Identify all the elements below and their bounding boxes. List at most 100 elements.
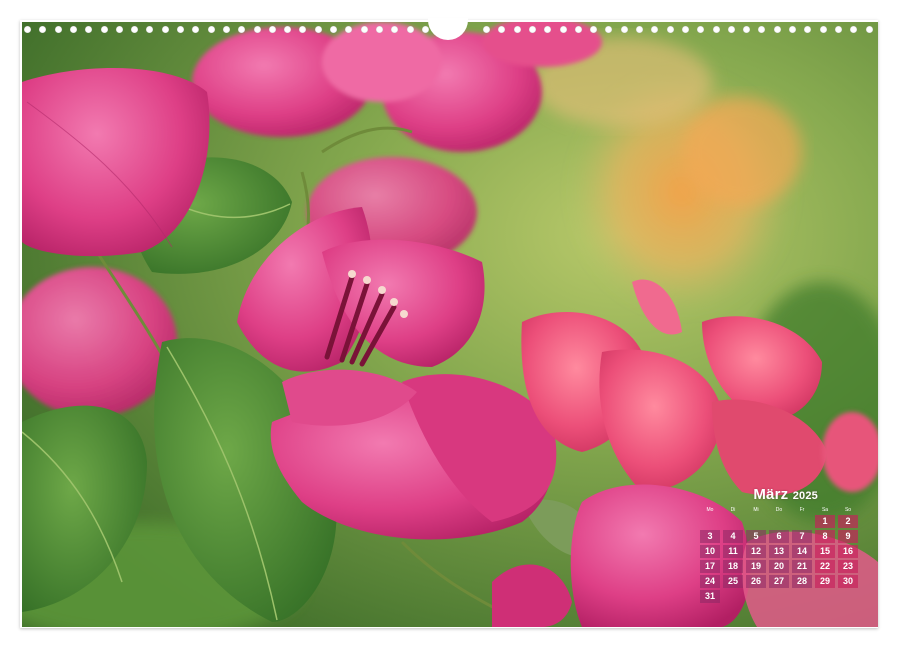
spiral-binding <box>22 18 878 40</box>
calendar-day: 7 <box>792 530 812 543</box>
calendar-day <box>723 590 743 603</box>
calendar-title: März 2025 <box>700 486 818 503</box>
calendar-day: 1 <box>815 515 835 528</box>
binding-hole <box>284 26 292 33</box>
binding-hole <box>544 26 552 33</box>
calendar-day: 16 <box>838 545 858 558</box>
weekday-header: Di <box>730 507 736 513</box>
binding-hole <box>559 26 567 33</box>
binding-hole <box>406 26 414 33</box>
calendar-day: 29 <box>815 575 835 588</box>
binding-hole <box>865 26 873 33</box>
binding-hole <box>819 26 827 33</box>
binding-hole <box>192 26 200 33</box>
calendar-day: 5 <box>746 530 766 543</box>
calendar-day <box>769 515 789 528</box>
calendar-day <box>792 515 812 528</box>
binding-hole <box>268 26 276 33</box>
binding-hole <box>712 26 720 33</box>
binding-hole <box>834 26 842 33</box>
calendar-day: 19 <box>746 560 766 573</box>
binding-hole <box>743 26 751 33</box>
binding-hole <box>330 26 337 33</box>
binding-hole <box>636 26 643 33</box>
binding-hole <box>39 26 47 33</box>
binding-hole <box>804 26 812 33</box>
binding-hole <box>207 26 215 33</box>
calendar-day-grid: 1 2 3 4 5 6 7 8 9 10 11 12 13 14 15 16 17 18 19 20 21 22 23 24 2… <box>700 515 860 603</box>
calendar-day <box>723 515 743 528</box>
calendar-day: 26 <box>746 575 766 588</box>
weekday-header: Mi <box>753 507 759 513</box>
calendar-day: 11 <box>723 545 743 558</box>
binding-hole <box>666 26 674 33</box>
binding-hole <box>391 26 399 33</box>
binding-hole <box>375 26 383 33</box>
calendar-day: 3 <box>700 530 720 543</box>
calendar-day: 13 <box>769 545 789 558</box>
binding-hole <box>115 26 123 33</box>
binding-hole <box>727 26 735 33</box>
binding-hole <box>238 26 246 33</box>
binding-hole <box>161 26 169 33</box>
calendar-day <box>815 590 835 603</box>
binding-hole <box>54 26 62 33</box>
calendar-day: 25 <box>723 575 743 588</box>
calendar-day: 15 <box>815 545 835 558</box>
binding-hole <box>299 26 307 33</box>
binding-hole <box>222 26 230 33</box>
weekday-header: Sa <box>821 507 829 513</box>
calendar-day: 6 <box>769 530 789 543</box>
binding-hole <box>681 26 689 33</box>
calendar-day: 8 <box>815 530 835 543</box>
calendar-day <box>700 515 720 528</box>
calendar-day: 17 <box>700 560 720 573</box>
calendar-day: 27 <box>769 575 789 588</box>
binding-hole <box>651 26 659 33</box>
hanger-notch <box>428 18 468 40</box>
binding-hole <box>513 26 521 33</box>
binding-hole <box>345 26 353 33</box>
calendar-day <box>769 590 789 603</box>
calendar-day: 31 <box>700 590 720 603</box>
binding-hole <box>574 26 582 33</box>
calendar-day: 4 <box>723 530 743 543</box>
binding-hole <box>421 26 429 33</box>
mini-calendar: März 2025 Mo Di Mi Do Fr Sa So 123456789… <box>700 486 860 603</box>
binding-hole <box>789 26 796 33</box>
calendar-day: 10 <box>700 545 720 558</box>
calendar-day: 18 <box>723 560 743 573</box>
binding-hole <box>590 26 598 33</box>
calendar-day: 21 <box>792 560 812 573</box>
weekday-header: Fr <box>799 507 805 513</box>
calendar-day <box>746 590 766 603</box>
calendar-day: 23 <box>838 560 858 573</box>
binding-hole <box>177 26 184 33</box>
binding-hole <box>69 26 77 33</box>
binding-hole <box>146 26 154 33</box>
binding-hole <box>758 26 766 33</box>
calendar-day: 14 <box>792 545 812 558</box>
binding-hole <box>850 26 858 33</box>
calendar-month: März <box>753 486 789 503</box>
calendar-day: 30 <box>838 575 858 588</box>
binding-hole <box>85 26 93 33</box>
binding-hole <box>253 26 261 33</box>
calendar-day: 2 <box>838 515 858 528</box>
weekday-header: Do <box>775 507 783 513</box>
binding-hole <box>697 26 705 33</box>
calendar-day <box>746 515 766 528</box>
calendar-year: 2025 <box>792 490 818 502</box>
binding-hole <box>24 26 31 33</box>
binding-hole <box>360 26 368 33</box>
binding-hole <box>314 26 322 33</box>
binding-hole <box>483 26 490 33</box>
calendar-day <box>792 590 812 603</box>
calendar-day: 20 <box>769 560 789 573</box>
calendar-day: 22 <box>815 560 835 573</box>
binding-hole <box>605 26 613 33</box>
calendar-day: 12 <box>746 545 766 558</box>
binding-hole <box>131 26 139 33</box>
binding-hole <box>498 26 506 33</box>
binding-hole <box>773 26 781 33</box>
